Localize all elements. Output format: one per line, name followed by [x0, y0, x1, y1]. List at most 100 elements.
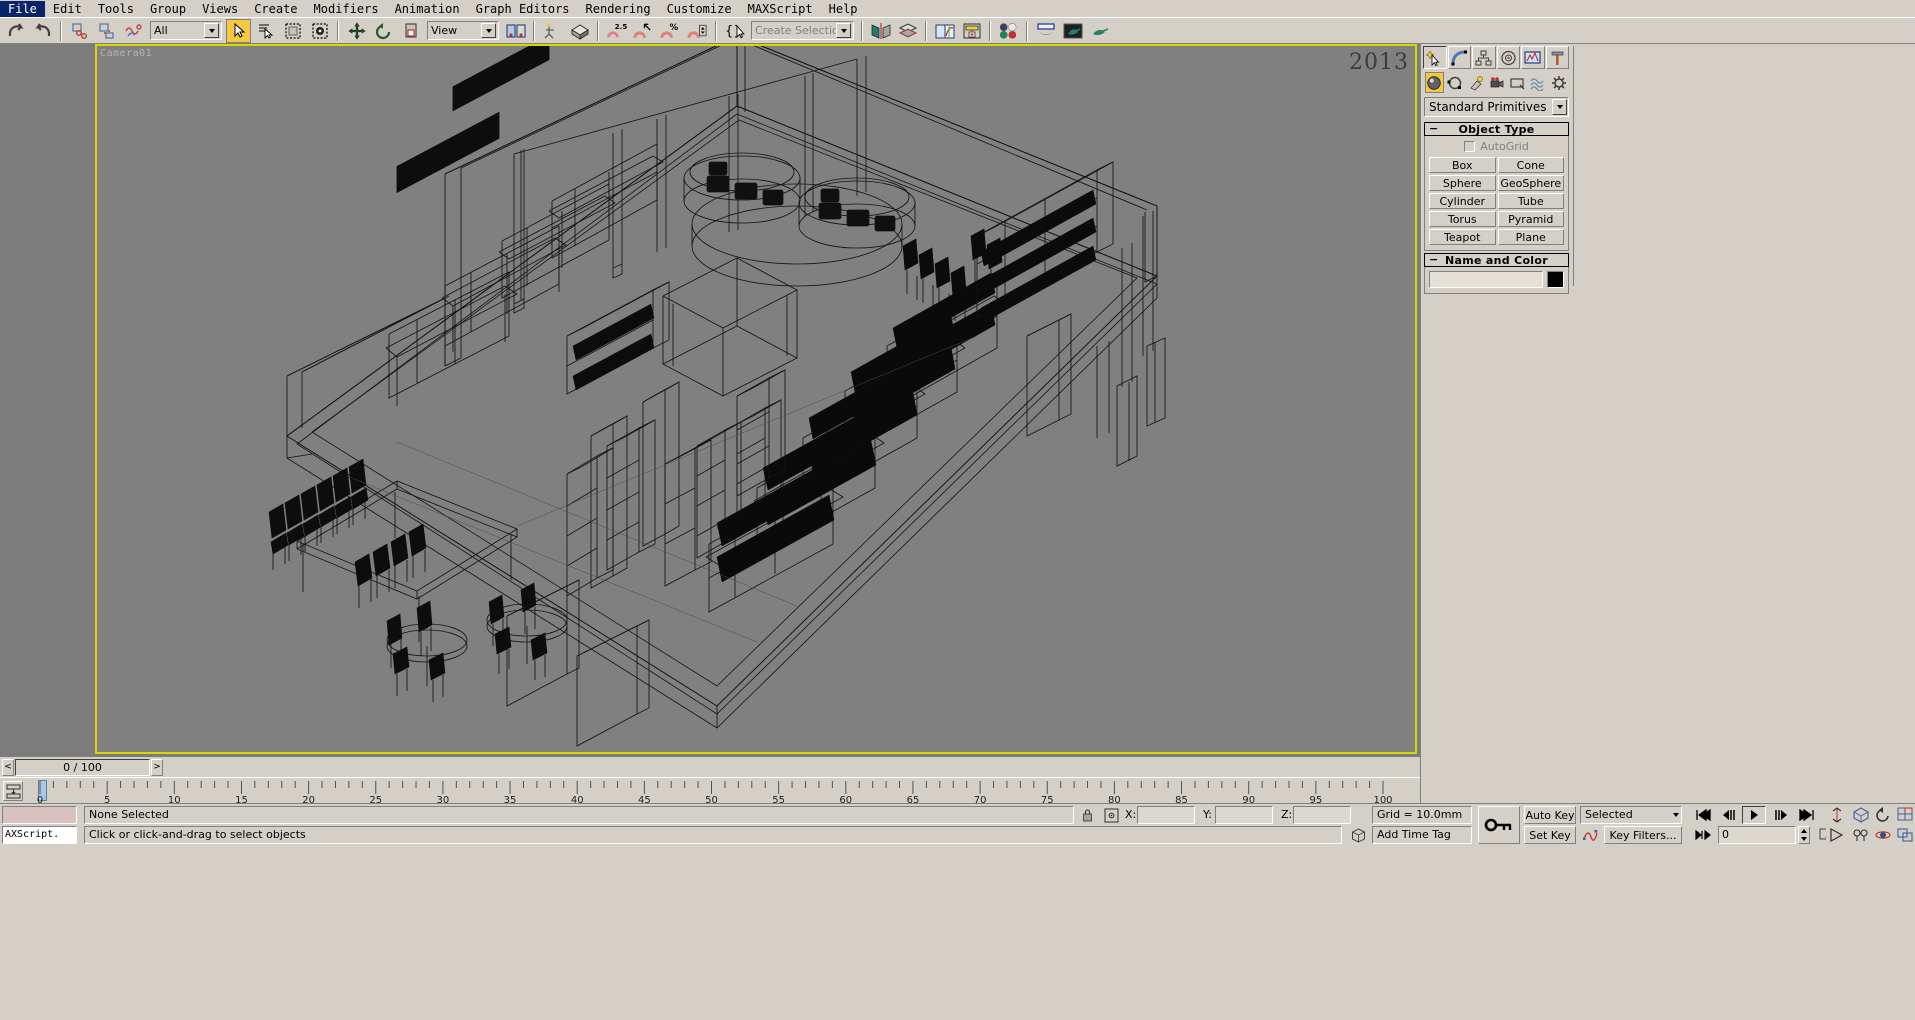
shapes-button[interactable]	[1446, 72, 1465, 93]
chevron-down-icon[interactable]	[204, 23, 219, 38]
tab-utilities[interactable]	[1546, 46, 1570, 69]
zoom-all-button[interactable]	[1850, 806, 1872, 824]
render-production-button[interactable]	[1087, 19, 1112, 43]
tab-modify[interactable]	[1448, 46, 1472, 69]
bind-to-space-warp-button[interactable]	[121, 19, 146, 43]
x-coordinate-field[interactable]	[1137, 806, 1195, 824]
collapse-icon[interactable]: −	[1429, 253, 1438, 266]
create-tube-button[interactable]: Tube	[1498, 193, 1565, 209]
snaps-toggle-button[interactable]: 2.5	[604, 19, 629, 43]
menu-maxscript[interactable]: MAXScript	[740, 1, 821, 17]
collapse-icon[interactable]: −	[1429, 122, 1438, 135]
select-and-move-button[interactable]	[344, 19, 369, 43]
next-frame-button[interactable]	[1770, 806, 1792, 824]
zoom-button[interactable]	[1826, 806, 1848, 824]
lock-selection-button[interactable]	[1078, 806, 1096, 824]
create-teapot-button[interactable]: Teapot	[1429, 229, 1496, 245]
autogrid-row[interactable]: AutoGrid	[1429, 140, 1564, 153]
chevron-down-icon[interactable]	[1673, 813, 1679, 817]
previous-frame-button[interactable]	[1718, 806, 1740, 824]
arc-rotate-button[interactable]	[1872, 826, 1894, 844]
material-editor-button[interactable]	[996, 19, 1021, 43]
track-bar[interactable]: 0510152025303540455055606570758085909510…	[0, 777, 1420, 803]
select-by-name-button[interactable]	[253, 19, 278, 43]
menu-tools[interactable]: Tools	[90, 1, 142, 17]
schematic-view-button[interactable]	[959, 19, 984, 43]
lights-button[interactable]	[1466, 72, 1485, 93]
create-cone-button[interactable]: Cone	[1498, 157, 1565, 173]
tab-motion[interactable]	[1497, 46, 1521, 69]
camera01-viewport[interactable]: Camera01 2013	[95, 44, 1417, 754]
cameras-button[interactable]	[1487, 72, 1506, 93]
orbit-button[interactable]	[1872, 806, 1894, 824]
add-time-tag-button[interactable]: Add Time Tag	[1372, 826, 1472, 844]
menu-help[interactable]: Help	[821, 1, 866, 17]
edit-named-selection-sets-button[interactable]: {}	[722, 19, 747, 43]
spinner-snap-toggle-button[interactable]	[685, 19, 710, 43]
menu-file[interactable]: File	[0, 1, 45, 17]
rectangular-selection-region-button[interactable]	[280, 19, 305, 43]
name-and-color-rollout-header[interactable]: − Name and Color	[1424, 253, 1569, 267]
chevron-down-icon[interactable]	[1552, 99, 1567, 115]
pan-button[interactable]	[1894, 826, 1915, 844]
maxscript-listener-output[interactable]: AXScript.	[2, 826, 77, 844]
menu-group[interactable]: Group	[142, 1, 194, 17]
current-frame-field[interactable]: 0	[1718, 826, 1796, 844]
object-color-swatch[interactable]	[1547, 271, 1564, 288]
key-filters-button[interactable]: Key Filters...	[1604, 826, 1682, 844]
tab-display[interactable]	[1521, 46, 1545, 69]
select-and-scale-button[interactable]	[398, 19, 423, 43]
select-and-link-button[interactable]	[67, 19, 92, 43]
time-slider-thumb[interactable]: 0 / 100	[15, 759, 150, 776]
chevron-down-icon[interactable]	[481, 23, 496, 38]
selection-filter-combo[interactable]: All	[150, 21, 222, 40]
angle-snap-toggle-button[interactable]	[631, 19, 656, 43]
menu-views[interactable]: Views	[194, 1, 246, 17]
space-warps-button[interactable]	[1529, 72, 1548, 93]
y-coordinate-field[interactable]	[1215, 806, 1273, 824]
systems-gear-button[interactable]	[1549, 72, 1568, 93]
create-sphere-button[interactable]: Sphere	[1429, 175, 1496, 191]
key-mode-stepper-button[interactable]	[1692, 826, 1714, 844]
menu-modifiers[interactable]: Modifiers	[306, 1, 387, 17]
set-key-filters-curve-icon[interactable]	[1580, 826, 1600, 844]
zoom-region-button[interactable]	[1826, 826, 1848, 844]
named-selection-set-combo[interactable]: Create Selection Set	[751, 21, 854, 40]
create-plane-button[interactable]: Plane	[1498, 229, 1565, 245]
maxscript-listener-input[interactable]	[2, 806, 77, 824]
menu-customize[interactable]: Customize	[659, 1, 740, 17]
set-key-button[interactable]: Set Key	[1524, 826, 1576, 844]
percent-snap-toggle-button[interactable]: %	[658, 19, 683, 43]
align-button[interactable]	[567, 19, 592, 43]
unlink-selection-button[interactable]	[94, 19, 119, 43]
reference-coordinate-system-combo[interactable]: View	[427, 21, 499, 40]
key-mode-dropdown[interactable]: Selected	[1580, 806, 1682, 824]
menu-rendering[interactable]: Rendering	[578, 1, 659, 17]
play-animation-button[interactable]	[1742, 806, 1766, 824]
geometry-button[interactable]	[1425, 72, 1444, 93]
zoom-extents-button[interactable]	[1850, 826, 1872, 844]
goto-end-button[interactable]	[1796, 806, 1818, 824]
create-pyramid-button[interactable]: Pyramid	[1498, 211, 1565, 227]
window-crossing-toggle-button[interactable]	[307, 19, 332, 43]
mirror-objects-button[interactable]	[868, 19, 893, 43]
mirror-button[interactable]	[540, 19, 565, 43]
object-name-input[interactable]	[1429, 271, 1543, 288]
tab-hierarchy[interactable]	[1472, 46, 1496, 69]
select-object-button[interactable]	[226, 19, 251, 43]
menu-animation[interactable]: Animation	[387, 1, 468, 17]
key-mode-toggle-button[interactable]	[1478, 806, 1520, 844]
menu-edit[interactable]: Edit	[45, 1, 90, 17]
select-and-rotate-button[interactable]	[371, 19, 396, 43]
render-frame-window-button[interactable]	[1060, 19, 1085, 43]
layer-manager-button[interactable]	[895, 19, 920, 43]
next-frame-arrow[interactable]: >	[151, 759, 163, 776]
z-coordinate-field[interactable]	[1293, 806, 1351, 824]
create-torus-button[interactable]: Torus	[1429, 211, 1496, 227]
object-type-rollout-header[interactable]: − Object Type	[1424, 122, 1569, 136]
undo-button[interactable]	[3, 19, 28, 43]
tab-create[interactable]	[1423, 46, 1447, 69]
create-cylinder-button[interactable]: Cylinder	[1429, 193, 1496, 209]
absolute-relative-transform-toggle[interactable]	[1102, 806, 1120, 824]
menu-create[interactable]: Create	[246, 1, 305, 17]
